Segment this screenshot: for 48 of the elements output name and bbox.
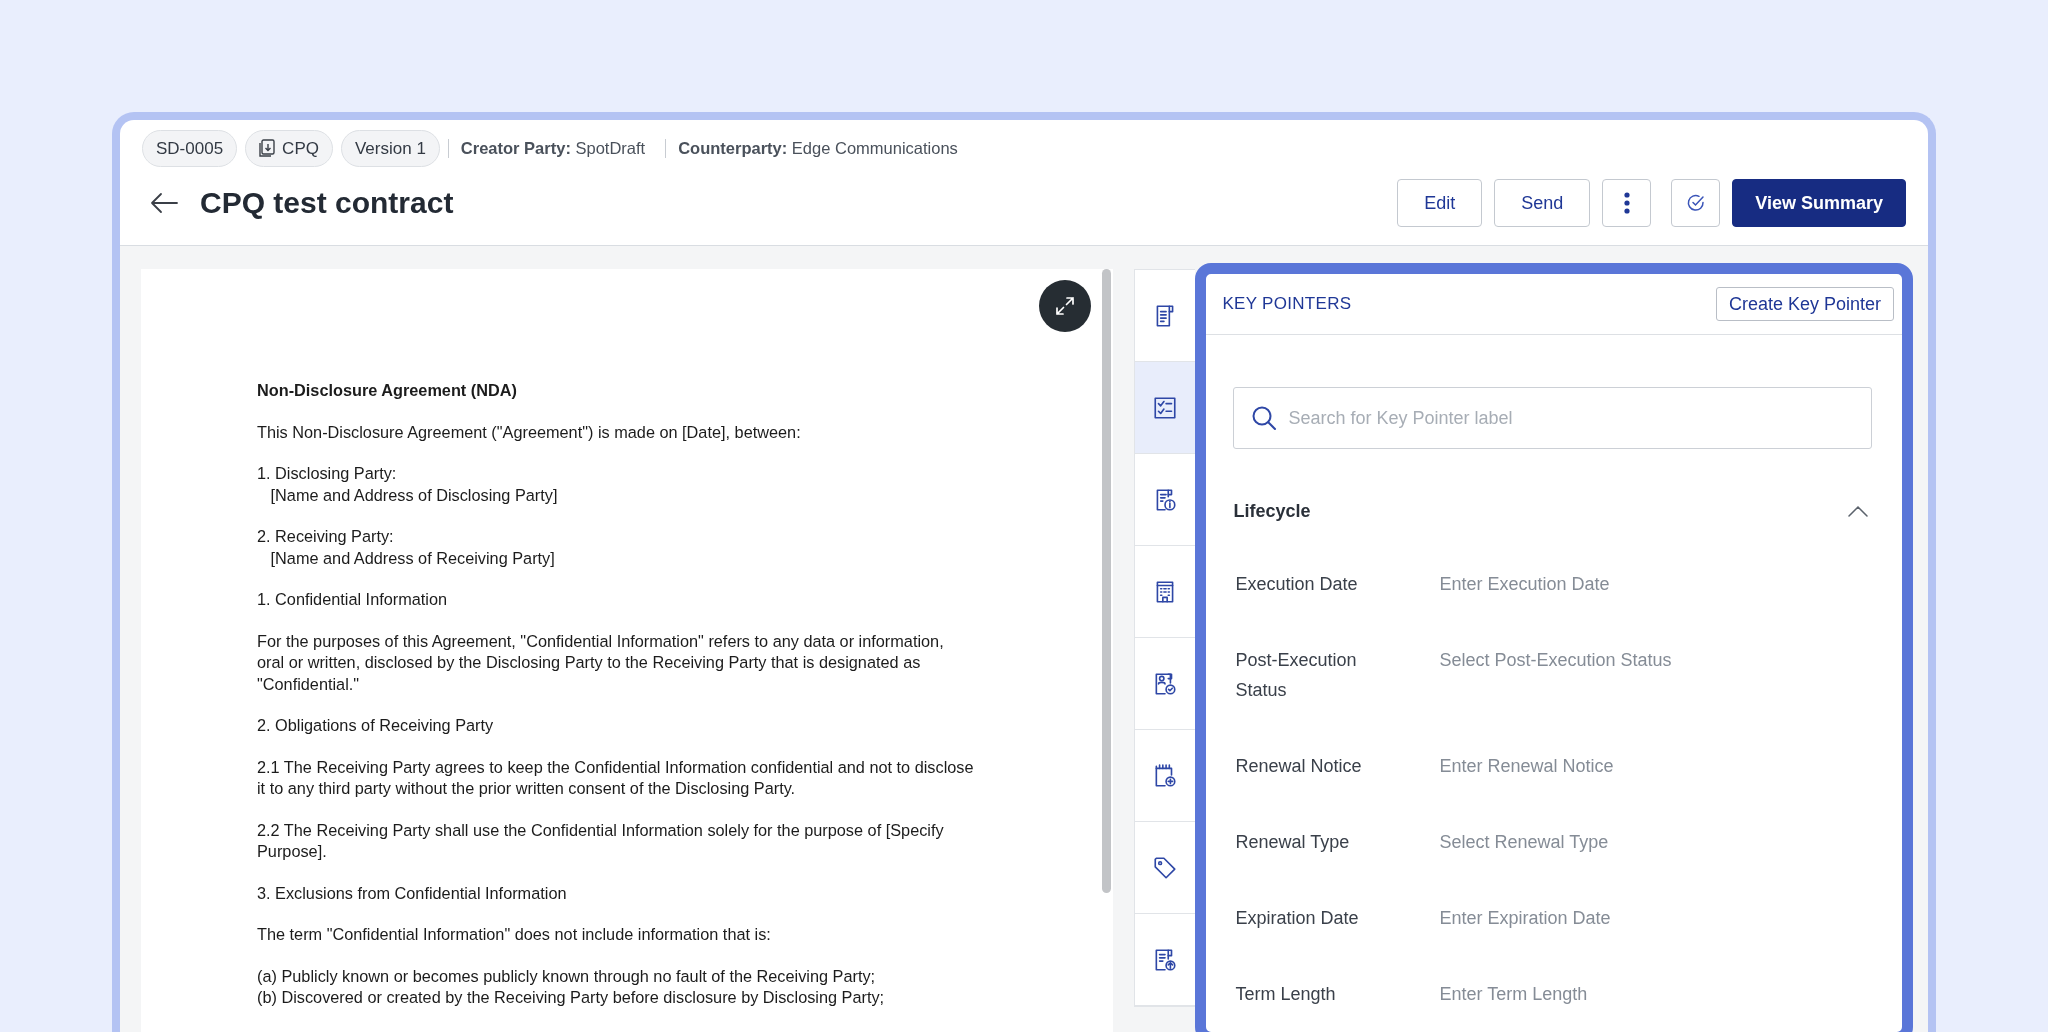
kebab-icon <box>1623 192 1630 214</box>
document-paragraph: 1. Disclosing Party: [Name and Address of Disclosing Party] <box>257 463 559 506</box>
expand-button[interactable] <box>1039 280 1092 332</box>
action-button[interactable]: Send <box>1494 179 1591 227</box>
document-paragraph: 2.2 The Receiving Party shall use the Confidential Information solely for the purpose of [Specify Purpose]. <box>257 819 945 862</box>
document-paragraph: For the purposes of this Agreement, "Confidential Information" refers to any data or information, oral or written, disclosed by the Disclosing Party to the Receiving Party that is designated as "Confidential." <box>257 630 945 695</box>
value-field[interactable]: Enter Renewal Notice <box>1439 751 1872 781</box>
value-field[interactable]: Enter Term Length <box>1439 979 1872 1009</box>
document-paragraph: This Non-Disclosure Agreement ("Agreement") is made on [Date], between: <box>257 421 802 443</box>
document-paragraph: 2.1 The Receiving Party agrees to keep the Confidential Information confidential and not to disclose it to any third party without the prior written consent of the Disclosing Party. <box>257 756 975 799</box>
value-field[interactable]: Select Post-Execution Status <box>1439 645 1872 675</box>
field-label: Expiration Date <box>1235 907 1360 930</box>
check-circle-icon <box>1685 193 1706 213</box>
panel-title: KEY POINTERS <box>1222 294 1352 314</box>
value-field[interactable]: Enter Execution Date <box>1439 569 1872 599</box>
check-button[interactable] <box>1671 179 1721 227</box>
section-title: Lifecycle <box>1233 500 1311 522</box>
field-label: Renewal Notice <box>1235 755 1363 778</box>
field-label: Post-Execution Status <box>1235 649 1358 702</box>
value-field[interactable]: Enter Expiration Date <box>1439 903 1872 933</box>
document-heading: Non-Disclosure Agreement (NDA) <box>257 380 518 401</box>
checklist-icon <box>1152 394 1179 421</box>
search-field[interactable]: Search for Key Pointer label <box>1233 387 1872 449</box>
more-button[interactable] <box>1602 179 1652 227</box>
document-paragraph: (a) Publicly known or becomes publicly known through no fault of the Receiving Party; (b) Discovered or created by the Receiving Party before disclosure by Disclosing Party; <box>257 965 886 1008</box>
tag-chip: SD-0005 <box>142 130 238 167</box>
tag-chip: Version 1 <box>340 130 440 167</box>
field-label: Execution Date <box>1235 573 1359 596</box>
field-label: Term Length <box>1235 983 1337 1006</box>
document-icon <box>259 139 277 158</box>
chevron-up-icon[interactable] <box>1848 505 1868 517</box>
scrollbar-thumb[interactable] <box>1102 269 1112 893</box>
party-info: Creator Party: SpotDraft <box>447 139 658 158</box>
search-icon <box>1251 405 1278 431</box>
contract-title: CPQ test contract <box>200 186 454 220</box>
view-summary-button[interactable]: View Summary <box>1732 179 1906 227</box>
action-button[interactable]: Edit <box>1397 179 1483 227</box>
document-paragraph: 2. Receiving Party: [Name and Address of Receiving Party] <box>257 526 556 569</box>
field-label: Renewal Type <box>1235 831 1351 854</box>
document-paragraph: The term "Confidential Information" does not include information that is: <box>257 924 772 945</box>
create-key-pointer-button[interactable]: Create Key Pointer <box>1715 287 1894 321</box>
document-paragraph: 1. Confidential Information <box>257 589 449 610</box>
document-paragraph: 3. Exclusions from Confidential Information <box>257 882 568 904</box>
document-paragraph: 2. Obligations of Receiving Party <box>257 715 495 736</box>
tag-chip: CPQ <box>245 130 333 167</box>
value-field[interactable]: Select Renewal Type <box>1439 827 1872 857</box>
party-info: Counterparty: Edge Communications <box>665 139 970 158</box>
back-arrow-icon[interactable] <box>150 192 178 214</box>
